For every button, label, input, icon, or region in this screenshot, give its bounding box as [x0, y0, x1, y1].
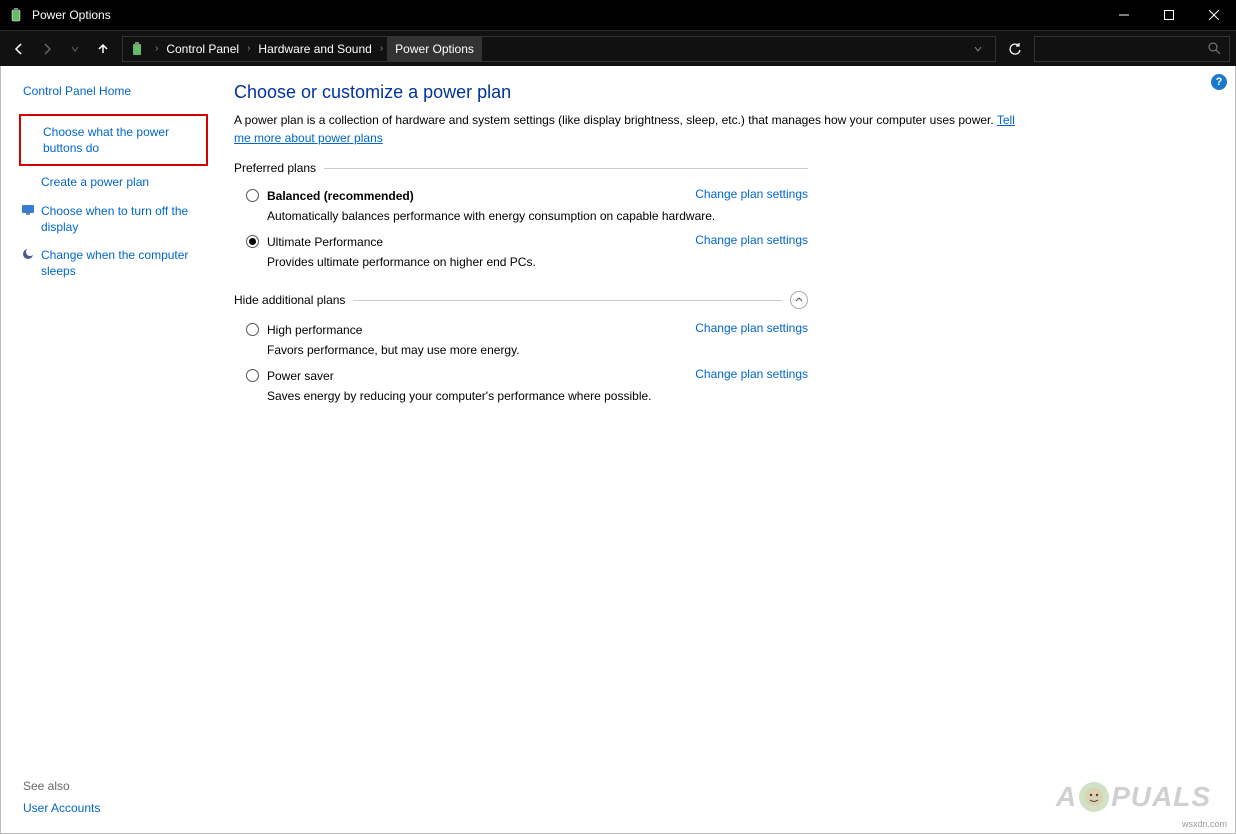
window-controls [1101, 0, 1236, 30]
monitor-icon [21, 203, 35, 217]
watermark-face-icon [1079, 782, 1109, 812]
close-button[interactable] [1191, 0, 1236, 30]
plan-radio[interactable] [246, 369, 259, 382]
plan-description: Automatically balances performance with … [267, 209, 808, 223]
sidebar: Control Panel Home Choose what the power… [1, 66, 216, 833]
address-dropdown[interactable] [965, 36, 991, 62]
search-box[interactable] [1034, 36, 1230, 62]
sidebar-link-user-accounts[interactable]: User Accounts [19, 793, 208, 823]
section-label: Preferred plans [234, 161, 316, 175]
back-button[interactable] [6, 36, 32, 62]
title-bar: Power Options [0, 0, 1236, 30]
power-plan-option: High performance Change plan settings Favo… [234, 315, 808, 361]
sidebar-link-power-buttons[interactable]: Choose what the power buttons do [19, 114, 208, 166]
see-also-label: See also [19, 779, 208, 793]
plan-description: Saves energy by reducing your computer's… [267, 389, 808, 403]
watermark: A PUALS [1056, 781, 1211, 813]
maximize-button[interactable] [1146, 0, 1191, 30]
sidebar-link-computer-sleeps[interactable]: Change when the computer sleeps [19, 241, 208, 285]
section-label: Hide additional plans [234, 293, 345, 307]
plan-name: Power saver [267, 369, 334, 383]
sidebar-link-label: Choose what the power buttons do [43, 125, 169, 155]
plan-name: Ultimate Performance [267, 235, 383, 249]
refresh-button[interactable] [1002, 36, 1028, 62]
change-plan-settings-link[interactable]: Change plan settings [695, 233, 808, 247]
content-area: ? Control Panel Home Choose what the pow… [0, 66, 1236, 834]
page-description: A power plan is a collection of hardware… [234, 111, 1024, 147]
address-bar[interactable]: › Control Panel › Hardware and Sound › P… [122, 36, 996, 62]
source-credit: wsxdn.com [1182, 819, 1227, 829]
sidebar-link-label: Choose when to turn off the display [41, 204, 188, 234]
page-heading: Choose or customize a power plan [234, 82, 1191, 103]
forward-button[interactable] [34, 36, 60, 62]
nav-bar: › Control Panel › Hardware and Sound › P… [0, 30, 1236, 66]
breadcrumb-hardware-sound[interactable]: Hardware and Sound [254, 37, 375, 61]
chevron-right-icon[interactable]: › [243, 43, 254, 54]
chevron-right-icon[interactable]: › [151, 43, 162, 54]
main-panel: Choose or customize a power plan A power… [216, 66, 1235, 833]
plan-description: Favors performance, but may use more ene… [267, 343, 808, 357]
plan-description: Provides ultimate performance on higher … [267, 255, 808, 269]
plan-name: High performance [267, 323, 362, 337]
up-button[interactable] [90, 36, 116, 62]
minimize-button[interactable] [1101, 0, 1146, 30]
plan-radio[interactable] [246, 323, 259, 336]
window-title: Power Options [32, 8, 1101, 22]
breadcrumb-power-options[interactable]: Power Options [387, 37, 482, 61]
power-plan-option: Balanced (recommended) Change plan settin… [234, 181, 808, 227]
control-panel-home-link[interactable]: Control Panel Home [19, 84, 208, 98]
sidebar-link-label: Create a power plan [41, 175, 149, 189]
power-plan-option: Power saver Change plan settings Saves ene… [234, 361, 808, 407]
power-plan-option: Ultimate Performance Change plan settings… [234, 227, 808, 273]
location-icon [127, 39, 147, 59]
breadcrumb-control-panel[interactable]: Control Panel [162, 37, 243, 61]
change-plan-settings-link[interactable]: Change plan settings [695, 187, 808, 201]
plan-radio[interactable] [246, 235, 259, 248]
plan-name: Balanced (recommended) [267, 189, 414, 203]
chevron-right-icon[interactable]: › [376, 43, 387, 54]
sidebar-link-label: Change when the computer sleeps [41, 248, 188, 278]
collapse-button[interactable] [790, 291, 808, 309]
section-preferred-plans: Preferred plans [234, 161, 808, 175]
recent-dropdown[interactable] [62, 36, 88, 62]
sidebar-link-create-plan[interactable]: Create a power plan [19, 168, 208, 196]
search-icon [1208, 42, 1221, 55]
change-plan-settings-link[interactable]: Change plan settings [695, 367, 808, 381]
power-options-icon [8, 7, 24, 23]
sidebar-link-turn-off-display[interactable]: Choose when to turn off the display [19, 197, 208, 241]
plan-radio[interactable] [246, 189, 259, 202]
section-additional-plans: Hide additional plans [234, 291, 808, 309]
change-plan-settings-link[interactable]: Change plan settings [695, 321, 808, 335]
moon-icon [21, 247, 35, 261]
